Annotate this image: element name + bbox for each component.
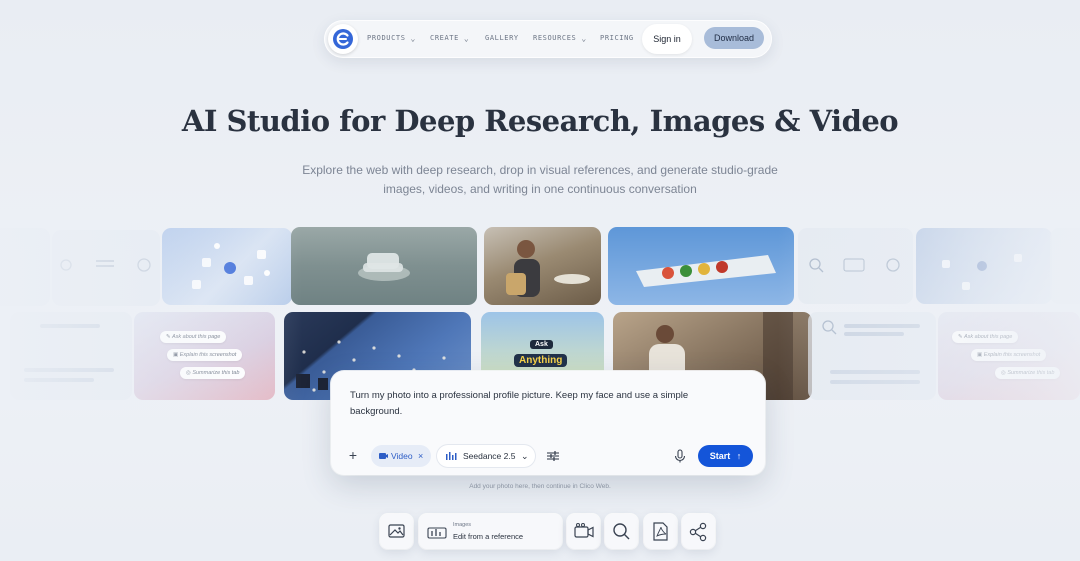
edit-tag: Images bbox=[453, 522, 472, 528]
pdf-tool-button[interactable] bbox=[644, 514, 677, 549]
image-tool-button[interactable] bbox=[380, 514, 413, 549]
ghost-card bbox=[1050, 228, 1080, 304]
search-icon bbox=[809, 258, 900, 273]
ghost-card bbox=[52, 230, 160, 306]
tile-quick-actions-left: ✎ Ask about this page ▣ Explain this scr… bbox=[134, 312, 275, 400]
ghost-card bbox=[10, 312, 132, 400]
tile-screen-collage-right bbox=[916, 228, 1052, 304]
image-icon bbox=[388, 524, 405, 538]
close-icon[interactable]: × bbox=[418, 445, 423, 467]
edit-from-reference-button[interactable]: Images Edit from a reference bbox=[419, 514, 562, 549]
edit-label: Edit from a reference bbox=[453, 532, 524, 541]
sliders-icon[interactable] bbox=[543, 446, 563, 466]
video-tool-button[interactable] bbox=[567, 514, 600, 549]
ghost-card bbox=[798, 228, 913, 304]
ghost-line bbox=[844, 332, 904, 336]
ghost-line bbox=[844, 324, 920, 328]
tile-chair-in-water bbox=[291, 227, 477, 305]
chip-ask-about-page[interactable]: ✎ Ask about this page bbox=[160, 331, 227, 343]
person-illustration bbox=[506, 240, 590, 297]
model-selector[interactable]: Seedance 2.5 ⌄ bbox=[437, 445, 535, 467]
chart-icon bbox=[427, 527, 447, 539]
plus-icon[interactable]: + bbox=[344, 447, 362, 465]
ghost-line bbox=[830, 380, 920, 384]
ghost-line bbox=[24, 378, 94, 382]
arrow-up-icon: ↑ bbox=[736, 451, 742, 461]
composer-hint: Add your photo here, then continue in Cl… bbox=[469, 483, 611, 490]
share-tool-button[interactable] bbox=[682, 514, 715, 549]
tray-illustration bbox=[636, 255, 776, 287]
tile-tray-sky bbox=[608, 227, 794, 305]
chip-summarize-tab[interactable]: ◎ Summarize this tab bbox=[995, 367, 1061, 379]
pdf-icon bbox=[653, 522, 668, 541]
video-camera-icon bbox=[574, 523, 594, 538]
mic-icon[interactable] bbox=[670, 446, 690, 466]
search-icon bbox=[613, 523, 630, 540]
chip-ask-about-page[interactable]: ✎ Ask about this page bbox=[952, 331, 1019, 343]
chip-summarize-tab[interactable]: ◎ Summarize this tab bbox=[180, 367, 246, 379]
ghost-card bbox=[0, 228, 50, 306]
ghost-card bbox=[808, 312, 936, 400]
chip-explain-screenshot[interactable]: ▣ Explain this screenshot bbox=[167, 349, 243, 361]
chip-explain-screenshot[interactable]: ▣ Explain this screenshot bbox=[971, 349, 1047, 361]
app-icons-illustration bbox=[192, 243, 270, 289]
ghost-line bbox=[24, 368, 114, 372]
search-tool-button[interactable] bbox=[605, 514, 638, 549]
video-icon bbox=[379, 453, 388, 459]
waveform-icon bbox=[446, 452, 457, 460]
chair-illustration bbox=[358, 253, 410, 281]
tile-woman-cafe bbox=[484, 227, 601, 305]
showcase-gallery: ✎ Ask about this page ▣ Explain this scr… bbox=[0, 0, 1080, 561]
tile-screen-collage bbox=[162, 228, 292, 305]
badge-ask: Ask bbox=[530, 340, 553, 349]
chevron-down-icon: ⌄ bbox=[521, 451, 529, 461]
badge-anything: Anything bbox=[514, 354, 568, 367]
ghost-line bbox=[40, 324, 100, 328]
prompt-composer[interactable]: Turn my photo into a professional profil… bbox=[331, 371, 765, 475]
search-icon bbox=[60, 258, 151, 272]
share-icon bbox=[689, 522, 707, 542]
start-button[interactable]: Start ↑ bbox=[698, 445, 753, 467]
tile-quick-actions-right: ✎ Ask about this page ▣ Explain this scr… bbox=[938, 312, 1080, 400]
app-icons-illustration bbox=[942, 254, 1022, 290]
mode-chip-video[interactable]: Video × bbox=[371, 445, 431, 467]
prompt-text[interactable]: Turn my photo into a professional profil… bbox=[350, 388, 730, 420]
ghost-line bbox=[830, 370, 920, 374]
